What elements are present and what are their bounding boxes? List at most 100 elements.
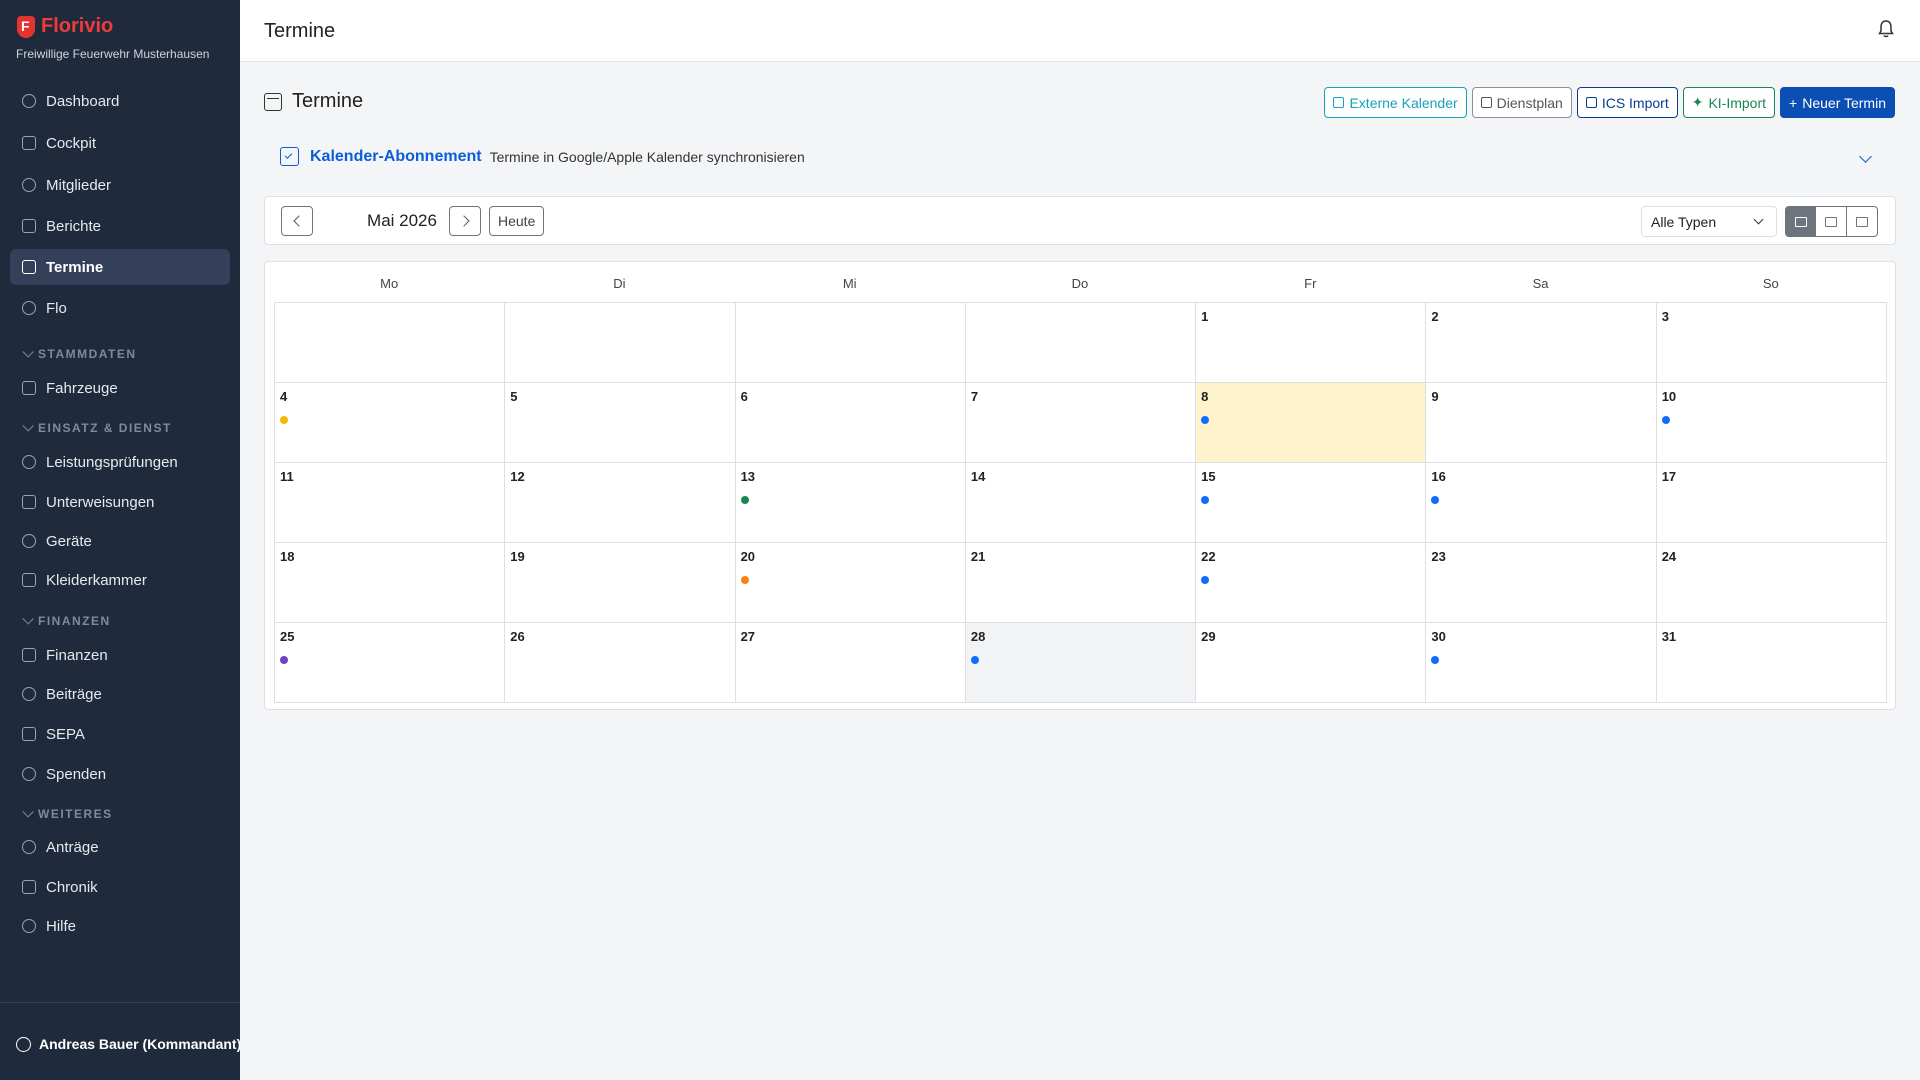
sidebar-item-mitglieder[interactable]: Mitglieder — [10, 167, 230, 203]
calendar-day-empty[interactable] — [965, 303, 1197, 383]
calendar-day-26[interactable]: 26 — [505, 623, 736, 703]
calendar-day-6[interactable]: 6 — [735, 383, 966, 463]
section-finanzen[interactable]: FINANZEN — [22, 613, 111, 628]
calendar-day-31[interactable]: 31 — [1656, 623, 1887, 703]
calendar-day-2[interactable]: 2 — [1426, 303, 1657, 383]
calendar-day-20[interactable]: 20 — [735, 543, 966, 623]
user-menu[interactable]: Andreas Bauer (Kommandant) — [16, 1036, 241, 1052]
calendar-day-15[interactable]: 15 — [1196, 463, 1427, 543]
calendar-day-16[interactable]: 16 — [1426, 463, 1657, 543]
agenda-view-button[interactable] — [1847, 206, 1878, 237]
ki-import-button[interactable]: ✦ KI-Import — [1682, 87, 1776, 118]
sidebar-item-cockpit[interactable]: Cockpit — [10, 125, 230, 161]
event-dot[interactable] — [1431, 496, 1440, 504]
sidebar-item-label: Spenden — [46, 765, 107, 783]
event-dot[interactable] — [1431, 656, 1440, 664]
calendar-month: Mo Di Mi Do Fr Sa So 1 2 3 4 5 6 7 8 9 10 11 12 13 14… — [264, 261, 1896, 710]
day-number: 10 — [1661, 389, 1677, 404]
sidebar-item-flo[interactable]: Flo — [10, 290, 230, 326]
event-dot[interactable] — [1661, 416, 1670, 424]
calendar-day-21[interactable]: 21 — [965, 543, 1197, 623]
day-number: 9 — [1431, 389, 1439, 404]
sidebar-item-termine[interactable]: Termine — [10, 249, 230, 285]
day-number: 13 — [740, 469, 756, 484]
day-number: 19 — [510, 549, 525, 564]
new-event-button[interactable]: + Neuer Termin — [1780, 87, 1895, 118]
calendar-day-28[interactable]: 28 — [965, 623, 1197, 703]
user-name: Andreas Bauer (Kommandant) — [39, 1036, 242, 1052]
dienstplan-button[interactable]: Dienstplan — [1471, 87, 1572, 118]
sidebar-item-sepa[interactable]: SEPA — [10, 716, 230, 752]
sidebar-item-dashboard[interactable]: Dashboard — [10, 83, 230, 119]
calendar-day-12[interactable]: 12 — [505, 463, 736, 543]
calendar-day-19[interactable]: 19 — [505, 543, 736, 623]
list-view-button[interactable] — [1816, 206, 1847, 237]
sidebar-item-fahrzeuge[interactable]: Fahrzeuge — [10, 370, 230, 406]
sidebar-item-kleiderkammer[interactable]: Kleiderkammer — [10, 562, 230, 598]
sidebar-item-unterweisungen[interactable]: Unterweisungen — [10, 484, 230, 520]
calendar-day-empty[interactable] — [275, 303, 506, 383]
event-dot[interactable] — [280, 656, 288, 664]
event-dot[interactable] — [1201, 496, 1210, 504]
plus-icon: + — [1789, 94, 1798, 111]
prev-month-button[interactable] — [281, 206, 313, 236]
external-calendars-button[interactable]: Externe Kalender — [1324, 87, 1467, 118]
event-type-select[interactable]: Alle Typen — [1641, 206, 1777, 237]
calendar-day-25[interactable]: 25 — [275, 623, 506, 703]
button-label: Externe Kalender — [1349, 94, 1458, 111]
calendar-day-5[interactable]: 5 — [505, 383, 736, 463]
calendar-day-18[interactable]: 18 — [275, 543, 506, 623]
calendar-day-4[interactable]: 4 — [275, 383, 506, 463]
sidebar-item-spenden[interactable]: Spenden — [10, 756, 230, 792]
calendar-day-empty[interactable] — [505, 303, 736, 383]
next-month-button[interactable] — [449, 206, 481, 236]
section-stammdaten[interactable]: STAMMDATEN — [22, 346, 137, 361]
sidebar-item-hilfe[interactable]: Hilfe — [10, 908, 230, 944]
ics-import-button[interactable]: ICS Import — [1576, 87, 1678, 118]
month-view-button[interactable] — [1785, 206, 1816, 237]
section-einsatz-dienst[interactable]: EINSATZ & DIENST — [22, 420, 172, 435]
calendar-day-22[interactable]: 22 — [1196, 543, 1427, 623]
sidebar-item-finanzen[interactable]: Finanzen — [10, 637, 230, 673]
sidebar-item-antraege[interactable]: Anträge — [10, 829, 230, 865]
calendar-day-23[interactable]: 23 — [1426, 543, 1657, 623]
bell-icon[interactable] — [1878, 20, 1894, 38]
sidebar-item-leistungspruefungen[interactable]: Leistungsprüfungen — [10, 444, 230, 480]
calendar-day-8[interactable]: 8 — [1196, 383, 1427, 463]
calendar-day-9[interactable]: 9 — [1426, 383, 1657, 463]
calendar-subscription-panel[interactable]: Kalender-Abonnement Termine in Google/Ap… — [280, 147, 1882, 166]
event-dot[interactable] — [740, 496, 749, 504]
event-dot[interactable] — [970, 656, 979, 664]
calendar-day-7[interactable]: 7 — [965, 383, 1197, 463]
sidebar-item-chronik[interactable]: Chronik — [10, 869, 230, 905]
sidebar-item-berichte[interactable]: Berichte — [10, 208, 230, 244]
calendar-day-empty[interactable] — [735, 303, 966, 383]
calendar-day-1[interactable]: 1 — [1196, 303, 1427, 383]
calendar-day-11[interactable]: 11 — [275, 463, 506, 543]
sidebar-item-label: Mitglieder — [46, 176, 112, 194]
event-dot[interactable] — [1201, 416, 1210, 424]
calendar-day-30[interactable]: 30 — [1426, 623, 1657, 703]
section-weiteres[interactable]: WEITERES — [22, 806, 113, 821]
calendar-day-29[interactable]: 29 — [1196, 623, 1427, 703]
calendar-day-24[interactable]: 24 — [1656, 543, 1887, 623]
calendar-day-17[interactable]: 17 — [1656, 463, 1887, 543]
brand[interactable]: Florivio — [17, 15, 113, 38]
day-number: 6 — [740, 389, 748, 404]
sidebar-item-beitraege[interactable]: Beiträge — [10, 676, 230, 712]
calendar-day-3[interactable]: 3 — [1656, 303, 1887, 383]
section-title: FINANZEN — [38, 614, 111, 628]
event-dot[interactable] — [740, 576, 749, 584]
event-dot[interactable] — [1201, 576, 1210, 584]
calendar-day-10[interactable]: 10 — [1656, 383, 1887, 463]
event-dot[interactable] — [280, 416, 288, 424]
chevron-down-icon[interactable] — [1859, 150, 1872, 163]
calendar-day-27[interactable]: 27 — [735, 623, 966, 703]
calendar-day-14[interactable]: 14 — [965, 463, 1197, 543]
sidebar-item-label: SEPA — [46, 725, 85, 743]
today-button[interactable]: Heute — [489, 206, 545, 236]
sidebar-item-label: Termine — [46, 258, 104, 276]
sidebar-item-label: Leistungsprüfungen — [46, 453, 178, 471]
calendar-day-13[interactable]: 13 — [735, 463, 966, 543]
sidebar-item-geraete[interactable]: Geräte — [10, 523, 230, 559]
